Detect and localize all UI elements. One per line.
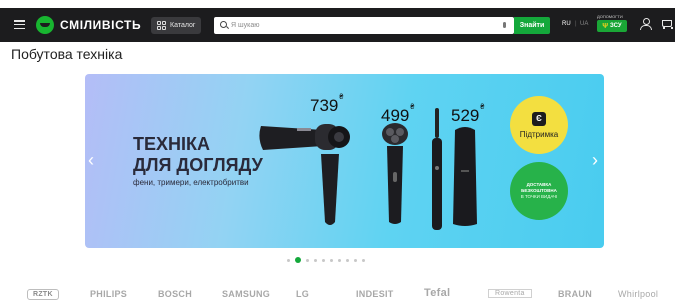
banner-title: ТЕХНІКА ДЛЯ ДОГЛЯДУ [133,134,263,176]
carousel-pagination [287,257,365,263]
toothbrush-case-image [453,127,477,226]
brand-logo-braun[interactable]: BRAUN [558,289,592,299]
language-ru-link[interactable]: RU [562,21,571,27]
banner-subtitle: фени, тримери, електробритви [133,178,249,187]
user-account-icon[interactable] [640,18,652,30]
top-navigation-bar: СМІЛИВІСТЬ Каталог Знайти RU | UA ДОПОМО… [0,8,675,42]
carousel-prev-arrow-icon[interactable]: ‹ [88,151,96,169]
microphone-icon[interactable] [503,22,506,28]
zsu-text: ЗСУ [610,23,622,29]
brand-logo-indesit[interactable]: INDESIT [356,289,394,299]
carousel-dot[interactable] [362,258,365,262]
page-title: Побутова техніка [11,46,123,62]
brand-logo-bosch[interactable]: BOSCH [158,289,192,299]
shaver-image [382,123,408,224]
catalog-button[interactable]: Каталог [151,17,202,34]
carousel-dot[interactable] [330,258,333,262]
hryvnia-support-icon: Є [532,111,546,126]
brand-logo-rztk[interactable]: RZTK [27,289,59,300]
brand-logo-rowenta[interactable]: Rowenta [488,289,532,298]
menu-icon[interactable] [14,20,25,29]
brand-logo-lg[interactable]: LG [296,289,309,299]
language-separator: | [575,21,577,27]
carousel-dot[interactable] [338,258,341,262]
price-shaver: 499₴ [381,104,415,125]
delivery-badge-line-3: В ТОЧКИ ВИДАЧІ [520,194,558,199]
brand-logo-tefal[interactable]: Tefal [424,287,450,299]
support-badge-label: Підтримка [519,129,559,139]
carousel-dot[interactable] [322,258,325,262]
banner-title-line-1: ТЕХНІКА [133,134,210,154]
banner-title-line-2: ДЛЯ ДОГЛЯДУ [133,155,263,175]
language-ua-link[interactable]: UA [580,21,588,27]
brand-logo-samsung[interactable]: SAMSUNG [222,289,270,299]
carousel-dot[interactable] [295,257,301,263]
logo-text: СМІЛИВІСТЬ [60,18,142,32]
support-badge: Є Підтримка [510,96,568,154]
promo-banner[interactable]: ТЕХНІКА ДЛЯ ДОГЛЯДУ фени, тримери, елект… [85,74,604,248]
carousel-dot[interactable] [314,258,317,262]
cart-icon[interactable] [660,18,673,30]
support-label: ДОПОМОГТИ [597,14,623,19]
carousel-dot[interactable] [354,258,357,262]
free-delivery-badge: ДОСТАВКА БЕЗКОШТОВНА В ТОЧКИ ВИДАЧІ [510,162,568,220]
grid-icon [157,21,166,30]
carousel-dot[interactable] [287,258,290,262]
price-hair-dryer: 739₴ [310,94,344,115]
catalog-label: Каталог [170,22,196,29]
search-icon [220,21,227,28]
carousel-dot[interactable] [346,258,349,262]
brand-strip: RZTK PHILIPS BOSCH SAMSUNG LG INDESIT Te… [0,286,675,301]
search-submit-button[interactable]: Знайти [514,17,550,34]
logo-mark-icon [36,16,54,34]
price-toothbrush: 529₴ [451,104,485,125]
zsu-badge: Ψ ЗСУ [597,20,627,32]
electric-toothbrush-image [432,108,442,230]
search-bar [214,17,514,34]
trident-icon: Ψ [602,22,609,30]
brand-logo-whirlpool[interactable]: Whirlpool [618,289,658,299]
support-zsu-link[interactable]: ДОПОМОГТИ Ψ ЗСУ [597,14,627,32]
hair-dryer-handle-image [321,154,339,225]
search-input[interactable] [231,17,491,34]
carousel-next-arrow-icon[interactable]: › [592,151,600,169]
site-logo[interactable]: СМІЛИВІСТЬ [36,16,141,34]
brand-logo-philips[interactable]: PHILIPS [90,289,127,299]
carousel-dot[interactable] [306,258,309,262]
